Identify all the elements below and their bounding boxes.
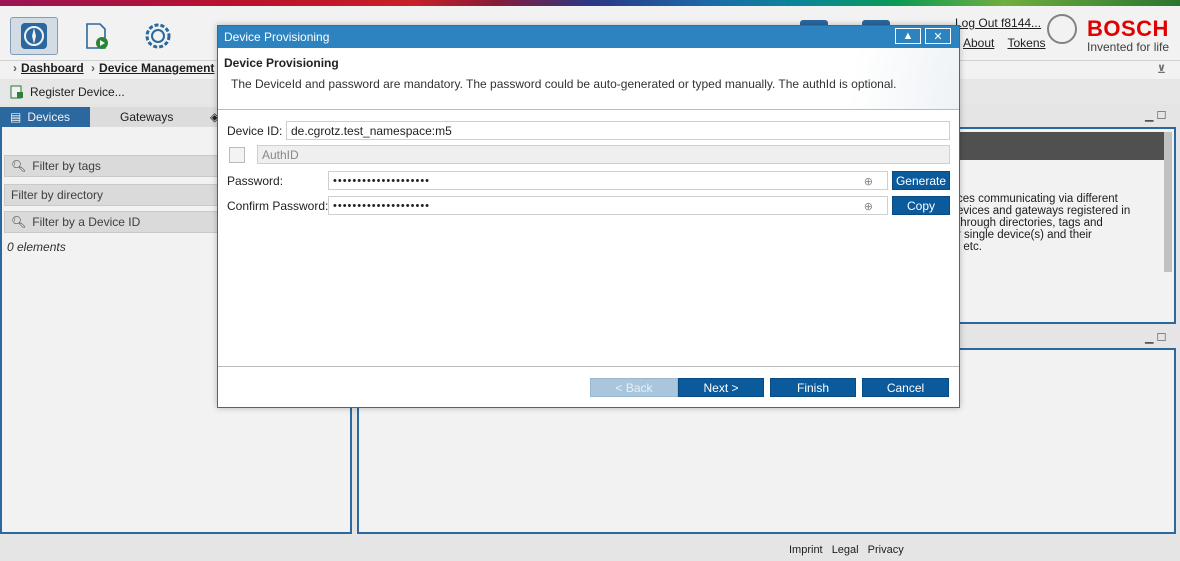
dialog-description: The DeviceId and password are mandatory.…: [231, 77, 897, 91]
dialog-divider: [218, 366, 959, 367]
dialog-window-title: Device Provisioning: [224, 30, 330, 44]
reveal-password-icon[interactable]: ⊕: [864, 175, 873, 188]
dialog-header: Device Provisioning The DeviceId and pas…: [218, 48, 959, 110]
password-value: ••••••••••••••••••••: [333, 174, 431, 187]
device-id-label: Device ID:: [227, 124, 283, 138]
back-button[interactable]: < Back: [590, 378, 678, 397]
reveal-password-icon[interactable]: ⊕: [864, 200, 873, 213]
next-button[interactable]: Next >: [678, 378, 764, 397]
finish-button[interactable]: Finish: [770, 378, 856, 397]
generate-button[interactable]: Generate: [892, 171, 950, 190]
device-provisioning-dialog: Device Provisioning ▲ ✕ Device Provision…: [217, 25, 960, 408]
cancel-button[interactable]: Cancel: [862, 378, 949, 397]
confirm-password-label: Confirm Password:: [227, 199, 329, 213]
auth-id-field[interactable]: AuthID: [257, 145, 950, 164]
dialog-heading: Device Provisioning: [224, 56, 339, 70]
close-icon[interactable]: ✕: [925, 28, 951, 44]
maximize-icon[interactable]: ▲: [895, 28, 921, 44]
auth-id-checkbox[interactable]: [229, 147, 245, 163]
confirm-password-value: ••••••••••••••••••••: [333, 199, 431, 212]
device-id-field[interactable]: de.cgrotz.test_namespace:m5: [286, 121, 950, 140]
copy-button[interactable]: Copy: [892, 196, 950, 215]
confirm-password-field[interactable]: •••••••••••••••••••• ⊕: [328, 196, 888, 215]
password-label: Password:: [227, 174, 284, 188]
password-field[interactable]: •••••••••••••••••••• ⊕: [328, 171, 888, 190]
dialog-titlebar: Device Provisioning ▲ ✕: [218, 26, 959, 48]
